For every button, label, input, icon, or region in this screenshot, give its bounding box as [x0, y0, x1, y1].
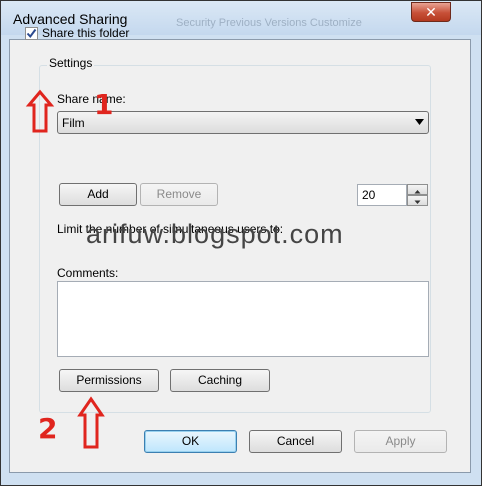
annotation-overlay: [25, 89, 105, 449]
dialog-window: Advanced Sharing Security Previous Versi…: [0, 0, 482, 486]
annotation-arrow-2: [77, 396, 105, 449]
annotation-arrow-1: [25, 89, 55, 133]
